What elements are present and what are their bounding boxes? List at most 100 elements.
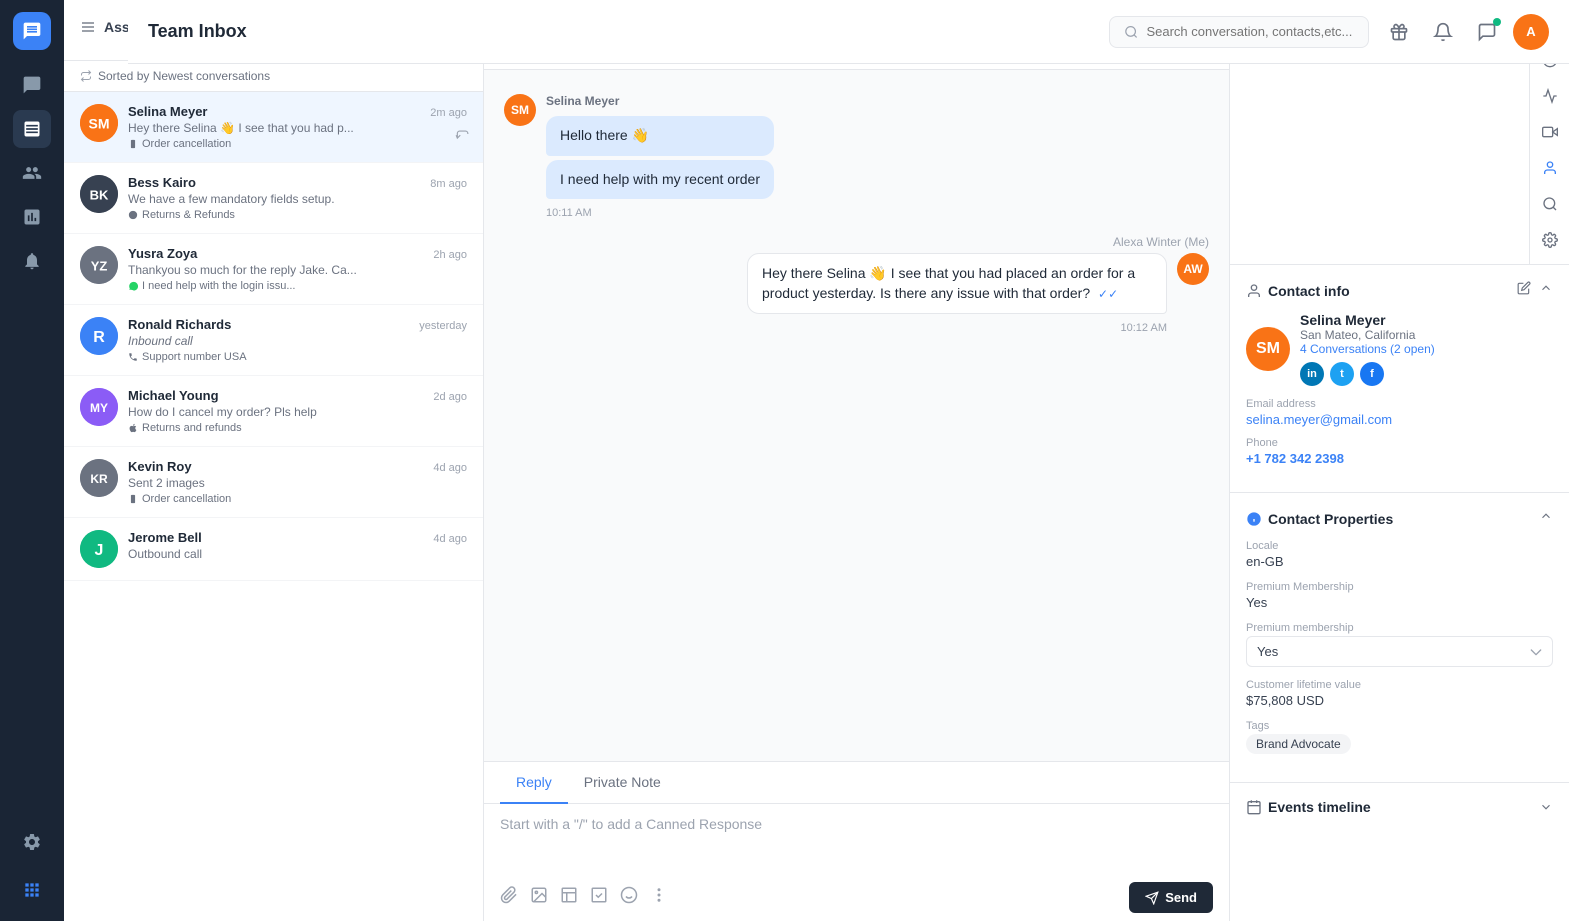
search-input[interactable] bbox=[1146, 24, 1354, 39]
contact-conversations[interactable]: 4 Conversations (2 open) bbox=[1300, 342, 1435, 356]
tab-reply[interactable]: Reply bbox=[500, 762, 568, 804]
user-avatar[interactable]: A bbox=[1513, 14, 1549, 50]
conv-top-ronald: Ronald Richards yesterday bbox=[128, 317, 467, 332]
send-label: Send bbox=[1165, 890, 1197, 905]
conv-time-yusra: 2h ago bbox=[433, 249, 467, 261]
sidebar-icon-inbox[interactable] bbox=[13, 110, 51, 148]
msg-outbound-alexa: Alexa Winter (Me) Hey there Selina 👋 I s… bbox=[504, 235, 1209, 334]
conv-content-jerome: Jerome Bell 4d ago Outbound call bbox=[128, 530, 467, 563]
contact-edit-btn[interactable] bbox=[1517, 281, 1531, 300]
topbar-icons: A bbox=[1381, 14, 1549, 50]
sorted-label: Sorted by Newest conversations bbox=[98, 69, 270, 83]
sorted-row: Sorted by Newest conversations bbox=[64, 61, 483, 92]
conv-name-selina: Selina Meyer bbox=[128, 104, 208, 119]
tags-prop: Tags Brand Advocate bbox=[1246, 720, 1553, 754]
compose-icon[interactable] bbox=[1469, 14, 1505, 50]
tab-private-note[interactable]: Private Note bbox=[568, 762, 677, 804]
conv-content-kevin: Kevin Roy 4d ago Sent 2 images Order can… bbox=[128, 459, 467, 505]
facebook-icon[interactable]: f bbox=[1360, 362, 1384, 386]
more-icon[interactable] bbox=[650, 886, 668, 909]
notification-dot bbox=[1493, 18, 1501, 26]
contact-card-info: Selina Meyer San Mateo, California 4 Con… bbox=[1300, 312, 1435, 386]
conv-item-selina[interactable]: SM Selina Meyer 2m ago Hey there Selina … bbox=[64, 92, 483, 163]
lifetime-label: Customer lifetime value bbox=[1246, 679, 1553, 691]
sidebar-icon-campaigns[interactable] bbox=[13, 242, 51, 280]
logo-icon[interactable] bbox=[13, 12, 51, 50]
contact-info-header: Contact info bbox=[1246, 281, 1553, 300]
phone-value[interactable]: +1 782 342 2398 bbox=[1246, 451, 1553, 466]
contact-info-title-text: Contact info bbox=[1268, 283, 1350, 299]
calendar-icon bbox=[1246, 799, 1262, 815]
email-label: Email address bbox=[1246, 398, 1553, 410]
contact-props-title-text: Contact Properties bbox=[1268, 511, 1393, 527]
rp-settings-icon[interactable] bbox=[1534, 224, 1566, 256]
conv-reply-icon-selina bbox=[455, 127, 469, 146]
conv-name-jerome: Jerome Bell bbox=[128, 530, 202, 545]
bell-icon[interactable] bbox=[1425, 14, 1461, 50]
phone-icon bbox=[128, 352, 138, 362]
contact-location: San Mateo, California bbox=[1300, 328, 1435, 342]
conv-item-bess[interactable]: BK Bess Kairo 8m ago We have a few manda… bbox=[64, 163, 483, 234]
topbar-title: Team Inbox bbox=[148, 21, 1097, 42]
conv-tag-kevin: Order cancellation bbox=[128, 493, 467, 505]
conv-time-selina: 2m ago bbox=[430, 107, 467, 119]
contact-icon bbox=[1246, 283, 1262, 299]
conv-item-ronald[interactable]: R Ronald Richards yesterday Inbound call… bbox=[64, 305, 483, 376]
image-icon[interactable] bbox=[530, 886, 548, 909]
locale-value: en-GB bbox=[1246, 554, 1553, 569]
premium-select-label: Premium membership bbox=[1246, 622, 1553, 634]
sidebar-icon-contacts[interactable] bbox=[13, 154, 51, 192]
apple-icon bbox=[128, 423, 138, 433]
gift-icon[interactable] bbox=[1381, 14, 1417, 50]
rp-person-icon[interactable] bbox=[1534, 152, 1566, 184]
premium-select[interactable]: Yes No bbox=[1246, 636, 1553, 667]
globe-icon bbox=[128, 210, 138, 220]
linkedin-icon[interactable]: in bbox=[1300, 362, 1324, 386]
chevron-down-events bbox=[1539, 800, 1553, 814]
events-title-text: Events timeline bbox=[1268, 799, 1371, 815]
sidebar-icon-settings[interactable] bbox=[13, 823, 51, 861]
avatar-michael: MY bbox=[80, 388, 118, 426]
send-btn[interactable]: Send bbox=[1129, 882, 1213, 913]
contact-collapse-btn[interactable] bbox=[1539, 281, 1553, 300]
sidebar-icon-chat[interactable] bbox=[13, 66, 51, 104]
outbound-sender-name: Alexa Winter (Me) bbox=[1113, 235, 1209, 249]
rp-camera-icon[interactable] bbox=[1534, 116, 1566, 148]
reply-input-area[interactable]: Start with a "/" to add a Canned Respons… bbox=[484, 804, 1229, 874]
conv-tag-yusra: I need help with the login issu... bbox=[128, 280, 467, 292]
contact-props-header: Contact Properties bbox=[1246, 509, 1553, 528]
search-box[interactable] bbox=[1109, 16, 1369, 48]
sort-indicator-icon bbox=[80, 70, 92, 82]
email-value[interactable]: selina.meyer@gmail.com bbox=[1246, 412, 1553, 427]
props-collapse-btn[interactable] bbox=[1539, 509, 1553, 528]
conv-preview-ronald: Inbound call bbox=[128, 334, 368, 348]
locale-label: Locale bbox=[1246, 540, 1553, 552]
twitter-icon[interactable]: t bbox=[1330, 362, 1354, 386]
rp-search-rp-icon[interactable] bbox=[1534, 188, 1566, 220]
avatar-yusra: YZ bbox=[80, 246, 118, 284]
conv-top-yusra: Yusra Zoya 2h ago bbox=[128, 246, 467, 261]
email-field: Email address selina.meyer@gmail.com bbox=[1246, 398, 1553, 427]
rp-activity-icon[interactable] bbox=[1534, 80, 1566, 112]
conv-name-bess: Bess Kairo bbox=[128, 175, 196, 190]
search-icon bbox=[1124, 24, 1138, 40]
conv-time-michael: 2d ago bbox=[433, 391, 467, 403]
chart-icon[interactable] bbox=[590, 886, 608, 909]
msg-avatar-selina: SM bbox=[504, 94, 536, 126]
sidebar-icon-dots[interactable] bbox=[13, 871, 51, 909]
events-header[interactable]: Events timeline bbox=[1246, 799, 1553, 815]
conv-time-kevin: 4d ago bbox=[433, 462, 467, 474]
sidebar-icon-reports[interactable] bbox=[13, 198, 51, 236]
emoji-icon[interactable] bbox=[620, 886, 638, 909]
conv-tag-label-kevin: Order cancellation bbox=[142, 493, 231, 505]
phone-field: Phone +1 782 342 2398 bbox=[1246, 437, 1553, 466]
conv-item-michael[interactable]: MY Michael Young 2d ago How do I cancel … bbox=[64, 376, 483, 447]
conv-item-kevin[interactable]: KR Kevin Roy 4d ago Sent 2 images Order … bbox=[64, 447, 483, 518]
conv-item-jerome[interactable]: J Jerome Bell 4d ago Outbound call bbox=[64, 518, 483, 581]
attach-icon[interactable] bbox=[500, 886, 518, 909]
conv-tag-michael: Returns and refunds bbox=[128, 422, 467, 434]
conv-tag-label-bess: Returns & Refunds bbox=[142, 209, 235, 221]
conv-item-yusra[interactable]: YZ Yusra Zoya 2h ago Thankyou so much fo… bbox=[64, 234, 483, 305]
template-icon[interactable] bbox=[560, 886, 578, 909]
svg-text:J: J bbox=[95, 542, 104, 559]
